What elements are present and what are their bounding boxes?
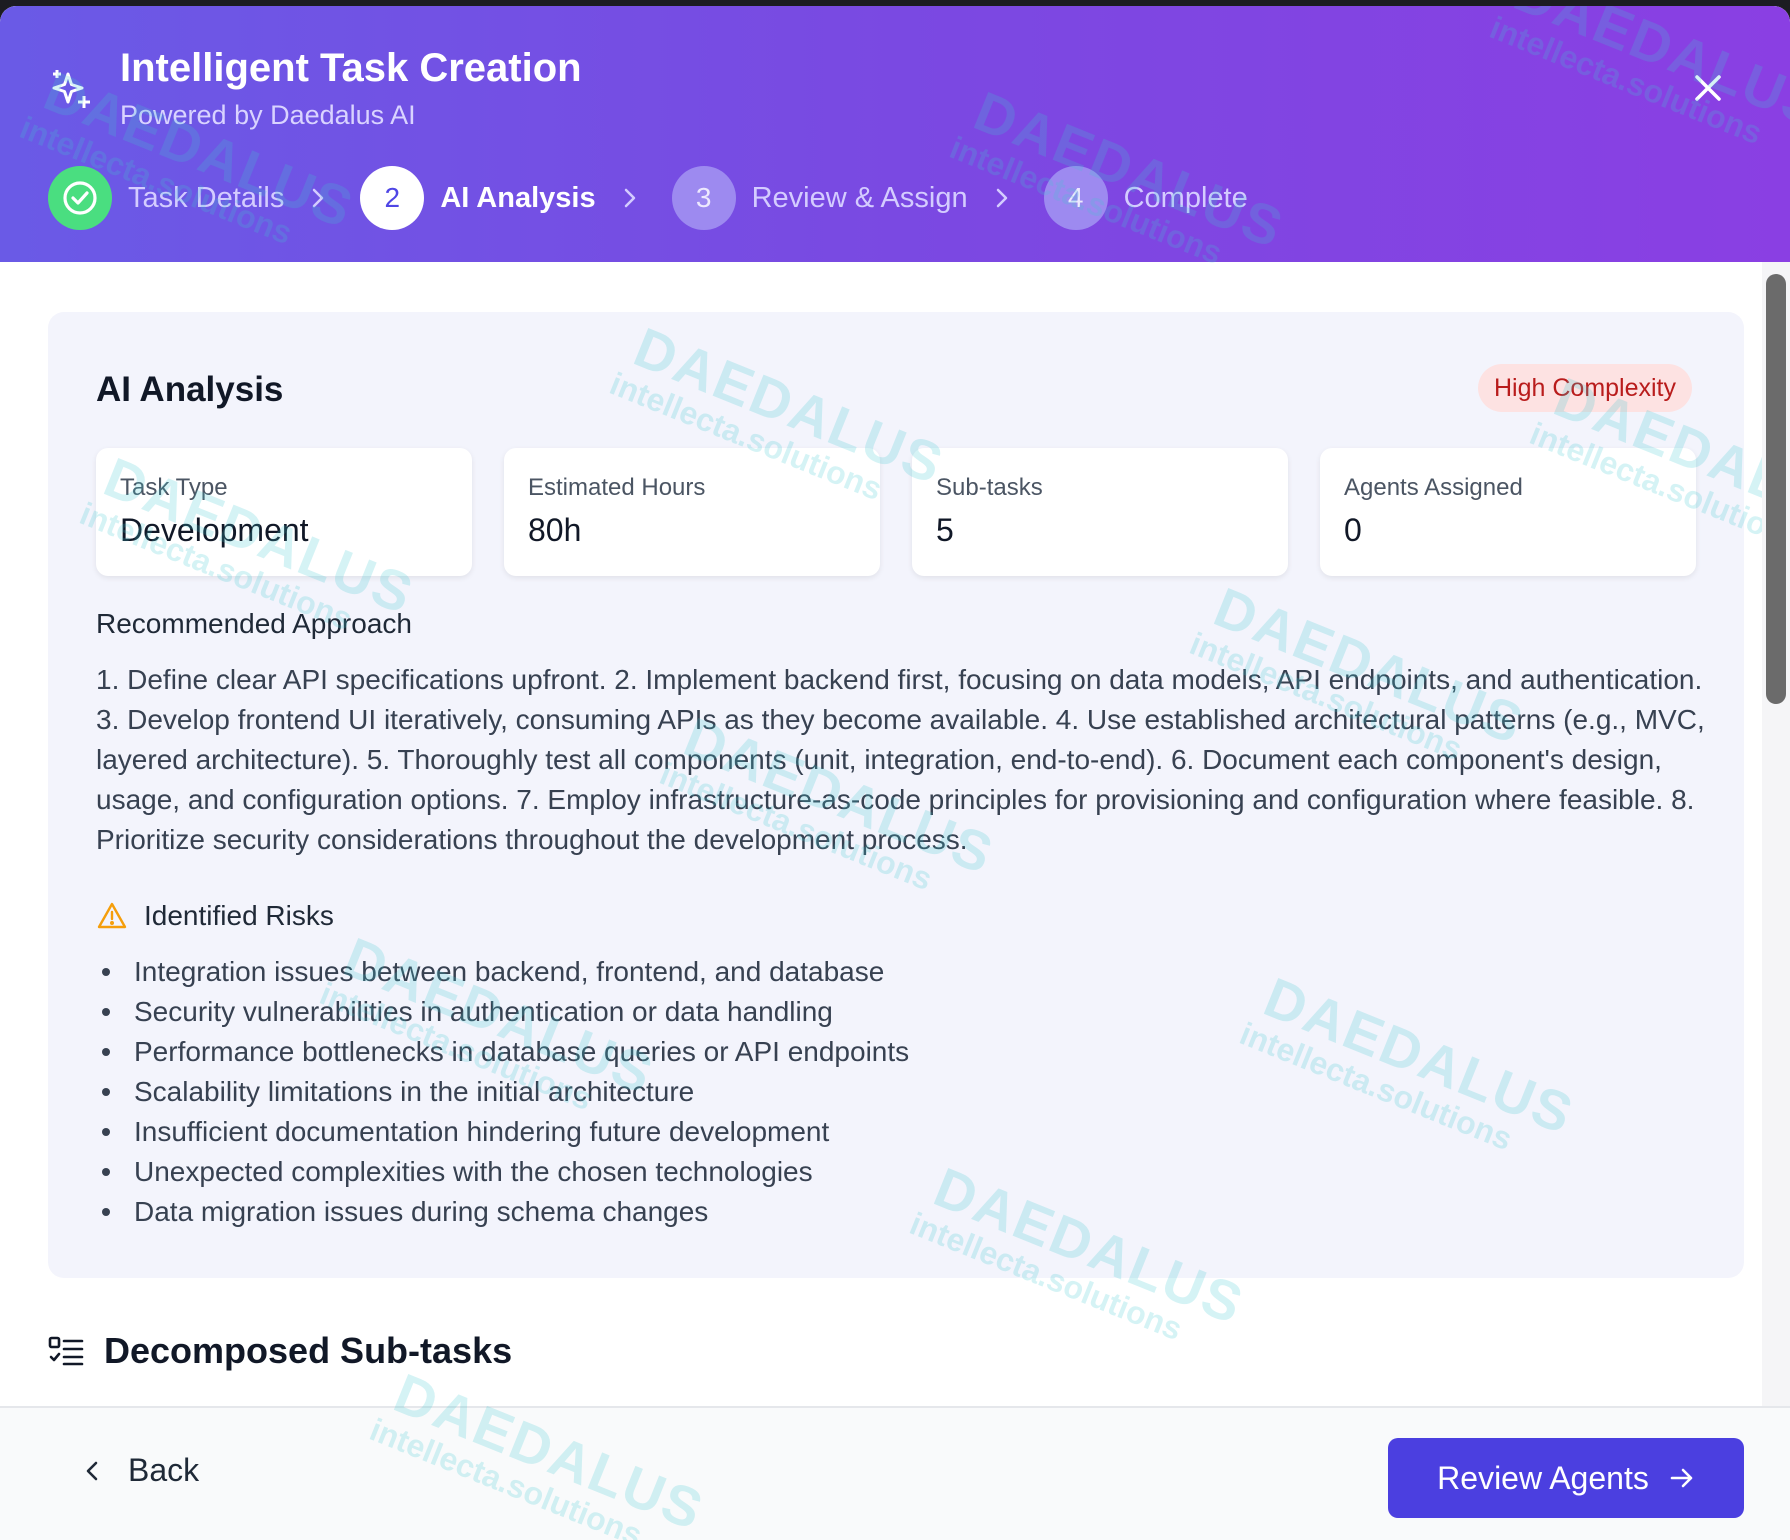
step-3-label: Review & Assign [751,181,968,214]
approach-text: 1. Define clear API specifications upfro… [96,664,1705,855]
risk-text: Integration issues between backend, fron… [134,956,885,987]
chevron-right-icon [313,188,324,208]
stat-value: 0 [1344,512,1362,548]
warning-triangle-icon [97,902,127,929]
stat-task-type: Task Type Development [96,448,472,576]
chevron-right-icon [624,188,635,208]
analysis-title: AI Analysis [96,370,284,409]
modal-body[interactable]: AI Analysis High Complexity Task Type De… [0,262,1790,1406]
risk-list: Integration issues between backend, fron… [96,952,909,1232]
list-item: Data migration issues during schema chan… [96,1192,909,1232]
stat-sub-tasks: Sub-tasks 5 [912,448,1288,576]
modal-header: Intelligent Task Creation Powered by Dae… [0,6,1790,262]
list-item: Integration issues between backend, fron… [96,952,909,992]
arrow-right-icon [1670,1468,1693,1488]
modal-subtitle: Powered by Daedalus AI [120,100,416,130]
step-ai-analysis: 2 AI Analysis [360,166,596,230]
risks-heading: Identified Risks [96,900,334,932]
step-3-indicator: 3 [671,166,736,230]
stat-value: 80h [528,512,582,548]
stat-estimated-hours: Estimated Hours 80h [504,448,880,576]
list-item: Performance bottlenecks in database quer… [96,1032,909,1072]
review-agents-label: Review Agents [1437,1459,1649,1496]
bullet [102,1168,110,1176]
close-icon[interactable] [1690,70,1726,106]
risk-text: Insufficient documentation hindering fut… [134,1116,830,1147]
risks-heading-label: Identified Risks [144,900,334,931]
chevron-left-icon [86,1461,98,1480]
ai-analysis-card: AI Analysis High Complexity Task Type De… [48,312,1744,1278]
risk-text: Data migration issues during schema chan… [134,1196,709,1227]
back-button-label: Back [128,1452,200,1488]
bullet [102,1088,110,1096]
stats-row: Task Type Development Estimated Hours 80… [96,448,1696,576]
stepper: Task Details 2 AI Analysis 3 Review & As… [48,166,1248,230]
bullet [102,1208,110,1216]
risk-text: Performance bottlenecks in database quer… [134,1036,910,1067]
approach-heading: Recommended Approach [96,608,412,639]
stat-label: Agents Assigned [1344,474,1523,501]
list-item: Scalability limitations in the initial a… [96,1072,909,1112]
sparkles-icon [52,70,90,108]
complexity-badge: High Complexity [1478,364,1693,412]
list-item: Security vulnerabilities in authenticati… [96,992,909,1032]
bullet [102,1048,110,1056]
review-agents-button[interactable]: Review Agents [1388,1438,1744,1518]
step-1-indicator [48,166,112,230]
step-2-label: AI Analysis [440,181,596,214]
step-1-label: Task Details [128,181,285,214]
chevron-right-icon [996,188,1007,208]
stat-label: Sub-tasks [936,474,1043,501]
check-circle-icon [63,181,97,215]
step-4-label: Complete [1123,181,1248,214]
subtasks-heading: Decomposed Sub-tasks [48,1330,512,1372]
risk-text: Unexpected complexities with the chosen … [134,1156,813,1187]
bullet [102,1128,110,1136]
bullet [102,1008,110,1016]
list-item: Insufficient documentation hindering fut… [96,1112,909,1152]
modal-title: Intelligent Task Creation [120,46,582,90]
stat-agents-assigned: Agents Assigned 0 [1320,448,1696,576]
back-button[interactable]: Back [84,1452,199,1489]
list-item: Unexpected complexities with the chosen … [96,1152,909,1192]
scrollbar-thumb[interactable] [1766,274,1786,704]
stat-label: Estimated Hours [528,474,706,501]
modal-footer: Back Review Agents DAEDALUS intellecta.so… [0,1361,1790,1540]
risk-text: Security vulnerabilities in authenticati… [134,996,833,1027]
stat-label: Task Type [120,474,228,501]
step-4-indicator: 4 [1043,166,1108,230]
stat-value: 5 [936,512,954,548]
step-complete: 4 Complete [1043,166,1248,230]
bullet [102,968,110,976]
step-review-assign: 3 Review & Assign [671,166,968,230]
step-task-details: Task Details [48,166,284,230]
task-creation-modal: Intelligent Task Creation Powered by Dae… [0,6,1790,1540]
list-checks-icon [48,1336,84,1366]
stat-value: Development [120,512,309,548]
subtasks-heading-label: Decomposed Sub-tasks [104,1330,513,1371]
risk-text: Scalability limitations in the initial a… [134,1076,695,1107]
step-2-indicator: 2 [360,166,425,230]
